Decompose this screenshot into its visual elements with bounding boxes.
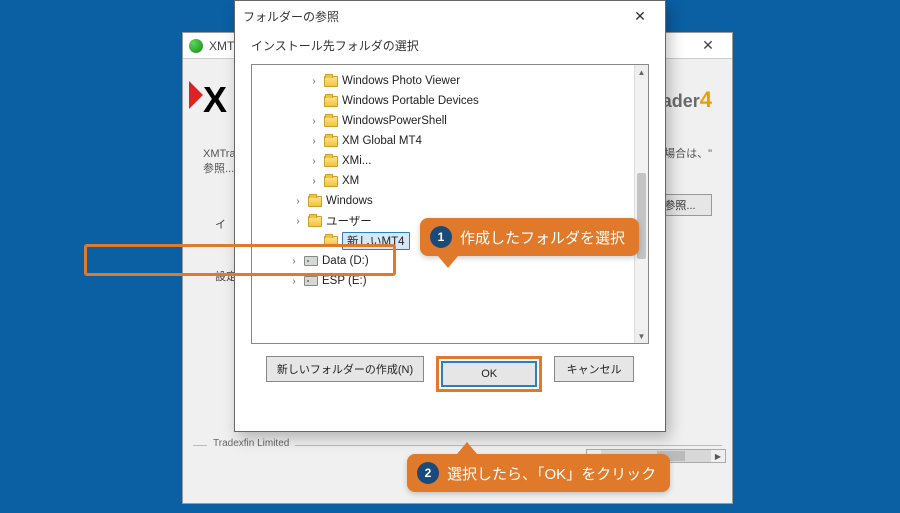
folder-icon (308, 196, 322, 207)
ok-button[interactable]: OK (441, 361, 537, 387)
callout-number: 2 (417, 462, 439, 484)
callout-text: 選択したら、「OK」をクリック (447, 463, 656, 484)
tree-label: Windows Photo Viewer (342, 75, 460, 87)
drive-icon (304, 276, 318, 286)
expander-icon[interactable]: › (308, 116, 320, 127)
new-folder-button[interactable]: 新しいフォルダーの作成(N) (266, 356, 424, 382)
tree-item[interactable]: Windows Portable Devices (252, 91, 634, 111)
folder-icon (324, 76, 338, 87)
tree-item[interactable]: › ESP (E:) (252, 271, 634, 291)
expander-icon[interactable]: › (288, 256, 300, 267)
close-icon[interactable]: ✕ (623, 5, 657, 27)
tree-item[interactable]: › Windows (252, 191, 634, 211)
tree-label: ESP (E:) (322, 275, 367, 287)
tree-item[interactable]: › Windows Photo Viewer (252, 71, 634, 91)
folder-icon (324, 116, 338, 127)
callout-1: 1 作成したフォルダを選択 (420, 218, 639, 256)
tree-label: Windows Portable Devices (342, 95, 479, 107)
folder-tree[interactable]: › Windows Photo Viewer Windows Portable D… (251, 64, 649, 344)
dialog-button-row: 新しいフォルダーの作成(N) OK キャンセル (235, 344, 665, 404)
folder-icon (324, 176, 338, 187)
folder-icon (308, 216, 322, 227)
callout-text: 作成したフォルダを選択 (460, 227, 625, 248)
tree-item[interactable]: › XM Global MT4 (252, 131, 634, 151)
expander-icon[interactable]: › (308, 176, 320, 187)
expander-icon[interactable]: › (292, 196, 304, 207)
tree-label: Windows (326, 195, 373, 207)
folder-icon (324, 136, 338, 147)
tree-label: XM Global MT4 (342, 135, 422, 147)
callout-number: 1 (430, 226, 452, 248)
mt-four: 4 (700, 87, 712, 112)
tree-label: XMi... (342, 155, 371, 167)
vendor-legend: Tradexfin Limited (207, 438, 295, 449)
folder-icon (324, 156, 338, 167)
folder-icon (324, 236, 338, 247)
dialog-subtitle: インストール先フォルダの選択 (235, 31, 665, 64)
tree-item[interactable]: › XM (252, 171, 634, 191)
scroll-down-icon[interactable]: ▼ (635, 329, 648, 343)
folder-icon (324, 96, 338, 107)
expander-icon[interactable]: › (292, 216, 304, 227)
dialog-title: フォルダーの参照 (243, 8, 339, 25)
tree-label: Data (D:) (322, 255, 369, 267)
tree-label: 新しいMT4 (342, 232, 410, 250)
browse-folder-dialog: フォルダーの参照 ✕ インストール先フォルダの選択 › Windows Photo… (234, 0, 666, 432)
expander-icon[interactable]: › (288, 276, 300, 287)
install-label: イ (215, 216, 226, 232)
ok-highlight-box: OK (436, 356, 542, 392)
drive-icon (304, 256, 318, 266)
tree-label: XM (342, 175, 359, 187)
xm-logo: X (203, 79, 227, 121)
expander-icon[interactable]: › (308, 156, 320, 167)
scroll-up-icon[interactable]: ▲ (635, 65, 648, 79)
tree-item[interactable]: › WindowsPowerShell (252, 111, 634, 131)
cancel-button[interactable]: キャンセル (554, 356, 634, 382)
tree-item[interactable]: › XMi... (252, 151, 634, 171)
app-icon (189, 39, 203, 53)
dialog-titlebar: フォルダーの参照 ✕ (235, 1, 665, 31)
tree-scrollbar[interactable]: ▲ ▼ (634, 65, 648, 343)
scroll-right-icon[interactable]: ▶ (711, 450, 725, 462)
close-icon[interactable]: ✕ (690, 37, 726, 54)
callout-2: 2 選択したら、「OK」をクリック (407, 454, 670, 492)
expander-icon[interactable]: › (308, 76, 320, 87)
tree-label: WindowsPowerShell (342, 115, 447, 127)
expander-icon[interactable]: › (308, 136, 320, 147)
tree-label: ユーザー (326, 213, 372, 229)
